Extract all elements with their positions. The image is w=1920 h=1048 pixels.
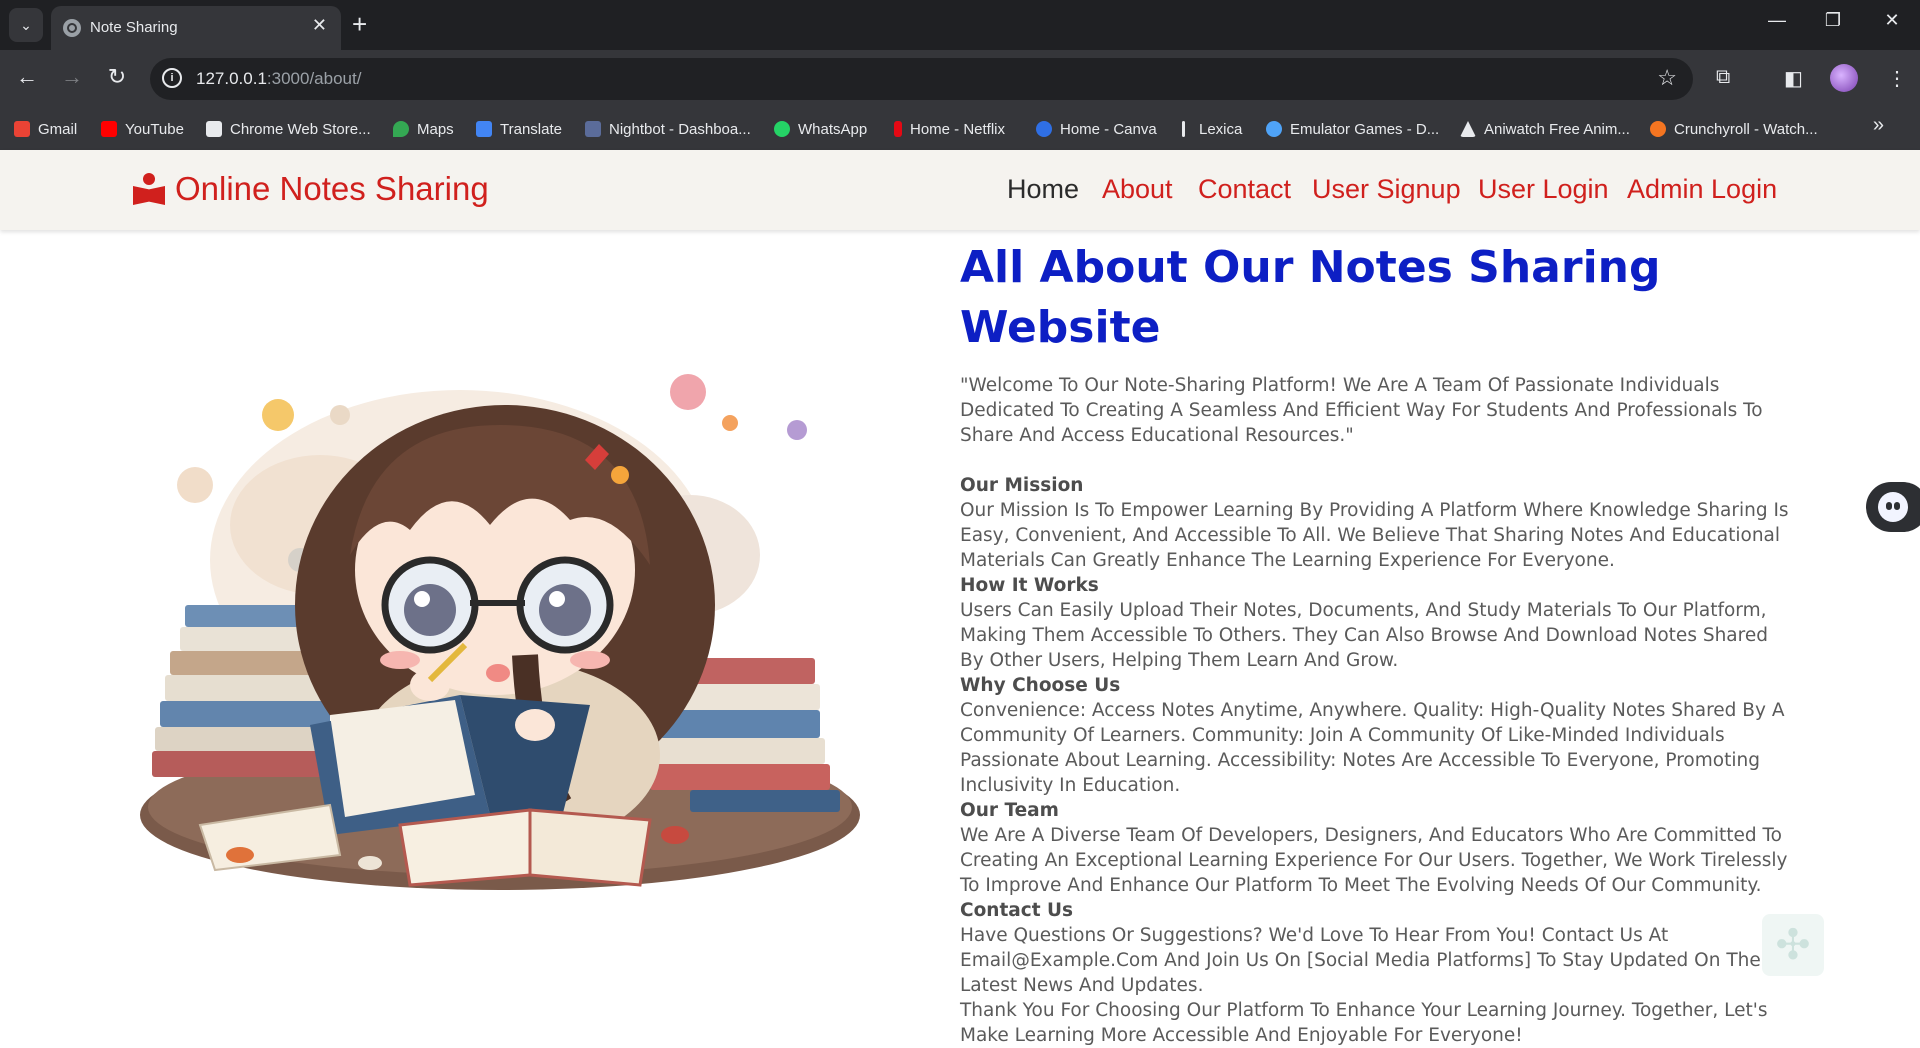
- nav-contact[interactable]: Contact: [1198, 174, 1291, 205]
- address-bar[interactable]: i 127.0.0.1:3000/about/ ☆: [150, 58, 1693, 100]
- section-body-mission: Our Mission Is To Empower Learning By Pr…: [960, 500, 1789, 571]
- whatsapp-icon: [774, 121, 790, 137]
- bookmark-whatsapp[interactable]: WhatsApp: [774, 116, 867, 142]
- canva-icon: [1036, 121, 1052, 137]
- translate-icon: [476, 121, 492, 137]
- bookmark-crunchyroll[interactable]: Crunchyroll - Watch...: [1650, 116, 1818, 142]
- site-info-icon[interactable]: i: [162, 68, 182, 88]
- nav-admin-login[interactable]: Admin Login: [1627, 174, 1777, 205]
- chrome-web-store-icon: [206, 121, 222, 137]
- nav-home[interactable]: Home: [1007, 174, 1079, 205]
- bookmark-nightbot[interactable]: Nightbot - Dashboa...: [585, 116, 751, 142]
- brand-link[interactable]: Online Notes Sharing: [133, 170, 489, 208]
- nav-user-signup[interactable]: User Signup: [1312, 174, 1461, 205]
- gmail-icon: [14, 121, 30, 137]
- browser-toolbar: ← → ↻ i 127.0.0.1:3000/about/ ☆ ⧉ ◧ ⋮: [0, 50, 1920, 108]
- globe-icon: [63, 19, 81, 37]
- bookmark-netflix[interactable]: Home - Netflix: [894, 116, 1005, 142]
- bookmark-canva[interactable]: Home - Canva: [1036, 116, 1157, 142]
- section-title-our-team: Our Team: [960, 800, 1059, 821]
- section-body-how-it-works: Users Can Easily Upload Their Notes, Doc…: [960, 600, 1768, 671]
- forward-icon[interactable]: →: [57, 64, 87, 90]
- studying-girl-illustration: [140, 374, 860, 890]
- new-tab-button[interactable]: +: [352, 10, 367, 38]
- maps-icon: [393, 121, 409, 137]
- menu-kebab-icon[interactable]: ⋮: [1887, 66, 1907, 91]
- bookmark-star-icon[interactable]: ☆: [1657, 65, 1677, 91]
- close-tab-icon[interactable]: ✕: [312, 15, 327, 36]
- more-bookmarks-icon[interactable]: »: [1873, 114, 1884, 137]
- assistant-widget-button[interactable]: [1866, 482, 1920, 532]
- active-tab[interactable]: Note Sharing ✕: [51, 6, 341, 50]
- extension-watermark-icon[interactable]: ✣: [1762, 914, 1824, 976]
- profile-avatar[interactable]: [1830, 64, 1858, 92]
- section-title-mission: Our Mission: [960, 475, 1084, 496]
- nav-user-login[interactable]: User Login: [1478, 174, 1609, 205]
- bookmark-emulator-games[interactable]: Emulator Games - D...: [1266, 116, 1439, 142]
- section-title-contact-us: Contact Us: [960, 900, 1074, 921]
- reader-book-icon: [133, 173, 165, 205]
- bookmark-youtube[interactable]: YouTube: [101, 116, 184, 142]
- closing-text: Thank You For Choosing Our Platform To E…: [960, 1000, 1768, 1046]
- minimize-icon[interactable]: —: [1762, 10, 1792, 31]
- aniwatch-icon: [1460, 121, 1476, 137]
- bookmark-aniwatch[interactable]: Aniwatch Free Anim...: [1460, 116, 1630, 142]
- section-body-why-choose-us: Convenience: Access Notes Anytime, Anywh…: [960, 700, 1785, 796]
- extensions-icon[interactable]: ⧉: [1716, 66, 1730, 89]
- intro-quote: "Welcome To Our Note-Sharing Platform! W…: [960, 375, 1763, 446]
- tab-search-button[interactable]: ⌄: [9, 8, 43, 42]
- restore-icon[interactable]: ❐: [1818, 10, 1848, 31]
- window-close-icon[interactable]: ✕: [1877, 10, 1907, 31]
- bookmark-chrome-web-store[interactable]: Chrome Web Store...: [206, 116, 371, 142]
- bookmark-lexica[interactable]: Lexica: [1182, 116, 1242, 142]
- youtube-icon: [101, 121, 117, 137]
- bookmark-translate[interactable]: Translate: [476, 116, 562, 142]
- tab-strip: ⌄ Note Sharing ✕ + — ❐ ✕: [0, 0, 1920, 50]
- site-header: Online Notes Sharing Home About Contact …: [0, 150, 1920, 230]
- url-text[interactable]: 127.0.0.1:3000/about/: [196, 69, 361, 89]
- reload-icon[interactable]: ↻: [102, 64, 132, 90]
- lexica-icon: [1182, 121, 1185, 137]
- bookmark-maps[interactable]: Maps: [393, 116, 454, 142]
- section-body-our-team: We Are A Diverse Team Of Developers, Des…: [960, 825, 1788, 896]
- emulator-games-icon: [1266, 121, 1282, 137]
- robot-face-icon: [1878, 492, 1908, 522]
- side-panel-icon[interactable]: ◧: [1784, 66, 1803, 91]
- section-title-how-it-works: How It Works: [960, 575, 1099, 596]
- netflix-icon: [894, 121, 902, 137]
- page-title: All About Our Notes Sharing Website: [960, 242, 1661, 353]
- bookmark-gmail[interactable]: Gmail: [14, 116, 77, 142]
- section-title-why-choose-us: Why Choose Us: [960, 675, 1121, 696]
- nightbot-icon: [585, 121, 601, 137]
- bookmarks-bar: Gmail YouTube Chrome Web Store... Maps T…: [0, 108, 1920, 151]
- about-content: All About Our Notes Sharing Website "Wel…: [960, 238, 1790, 1048]
- section-body-contact-us: Have Questions Or Suggestions? We'd Love…: [960, 925, 1761, 996]
- crunchyroll-icon: [1650, 121, 1666, 137]
- back-icon[interactable]: ←: [12, 64, 42, 90]
- nav-about[interactable]: About: [1102, 174, 1173, 205]
- tab-title: Note Sharing: [90, 19, 178, 36]
- brand-name: Online Notes Sharing: [175, 170, 489, 207]
